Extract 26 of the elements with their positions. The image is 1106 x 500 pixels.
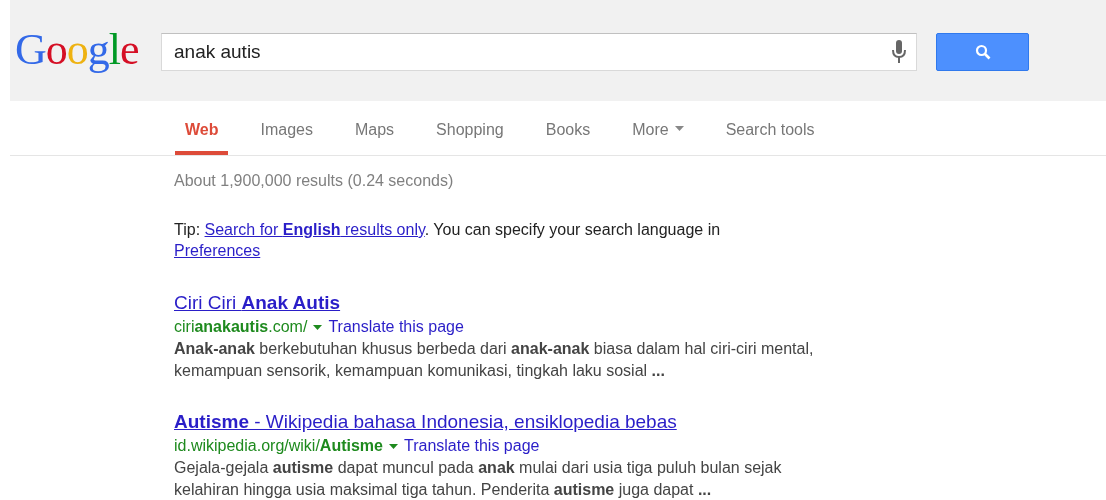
translate-link[interactable]: Translate this page	[328, 316, 464, 338]
search-button[interactable]	[936, 33, 1029, 71]
nav-tab[interactable]: Search tools	[725, 101, 815, 155]
caret-icon[interactable]	[388, 443, 398, 449]
tip-text: Tip: Search for English results only. You can specify your search language in Preferences	[174, 220, 722, 261]
search-icon	[974, 44, 991, 60]
caret-icon[interactable]	[313, 324, 323, 330]
result-snippet: Anak-anak berkebutuhan khusus berbeda dari anak-anak biasa dalam hal ciri-ciri mental, kemampuan sensorik, kemampuan komunikasi, tingkah laku sosial ...	[174, 339, 815, 381]
result-url: id.wikipedia.org/wiki/Autisme	[174, 436, 383, 456]
result-snippet: Gejala-gejala autisme dapat muncul pada anak mulai dari usia tiga puluh bulan sejak kelahiran hingga usia maksimal tiga tahun. Penderita autisme juga dapat ...	[174, 458, 783, 500]
more-dropdown[interactable]: More	[632, 101, 684, 155]
search-field[interactable]: anak autis	[161, 33, 917, 71]
nav-tab[interactable]: Shopping	[436, 101, 504, 155]
translate-link[interactable]: Translate this page	[403, 435, 540, 457]
result-url: cirianakautis.com/	[174, 317, 308, 337]
nav-tab[interactable]: Web	[175, 101, 229, 155]
result-title-link[interactable]: Autisme - Wikipedia bahasa Indonesia, ensiklopedia bebas	[174, 411, 677, 433]
caret-icon	[674, 126, 684, 131]
nav-tab[interactable]: Books	[545, 101, 591, 155]
nav-tab[interactable]: Maps	[354, 101, 395, 155]
preferences-link[interactable]: Preferences	[174, 242, 261, 259]
result-stats: About 1,900,000 results (0.24 seconds)	[174, 171, 455, 191]
english-results-link[interactable]: Search for English results only	[204, 221, 425, 238]
result-title-link[interactable]: Ciri Ciri Anak Autis	[174, 292, 341, 314]
nav-tab[interactable]: Images	[260, 101, 313, 155]
microphone-icon[interactable]	[892, 40, 906, 64]
